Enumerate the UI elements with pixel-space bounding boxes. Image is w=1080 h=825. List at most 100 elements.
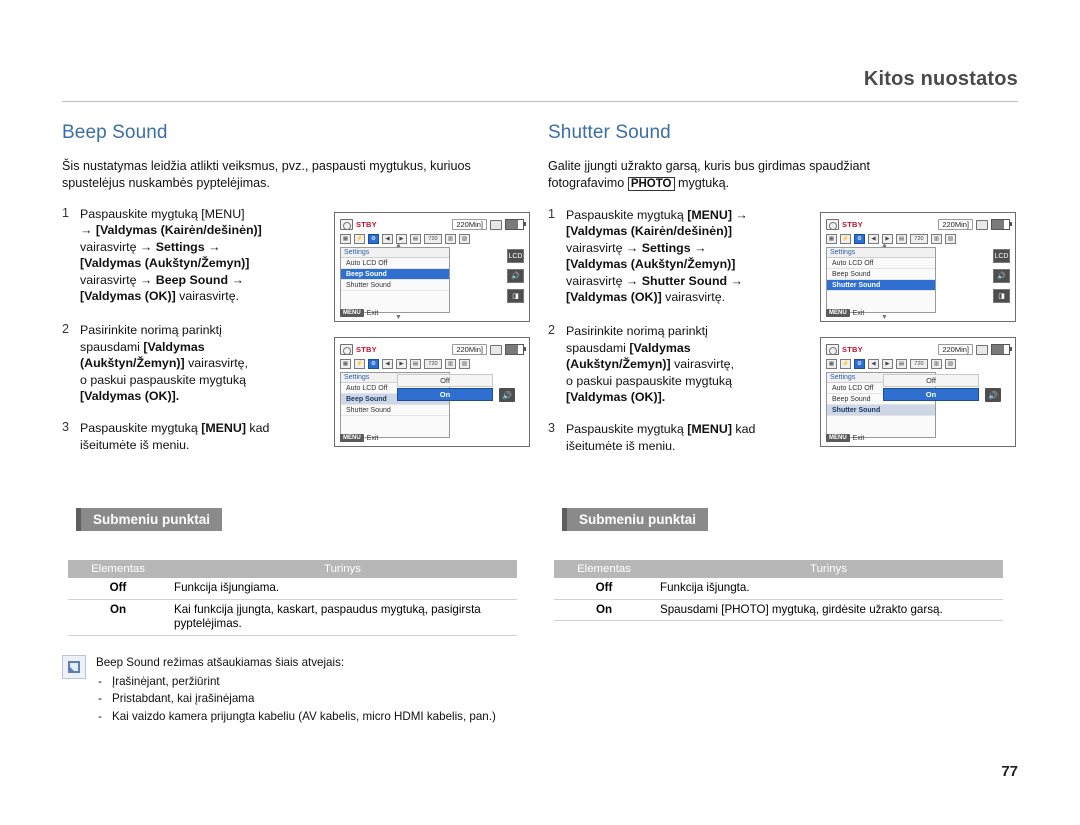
left-step-3: 3 Paspauskite mygtuką [MENU] kad išeitum…: [62, 420, 312, 453]
card-icon: [490, 344, 502, 355]
table-row: On Kai funkcija įjungta, kaskart, paspau…: [68, 599, 517, 636]
right-submenu-table: Elementas Turinys Off Funkcija išjungta.…: [554, 560, 1003, 621]
right-intro-text: Galite įjungti užrakto garsą, kuris bus …: [548, 159, 870, 191]
step-line: vairasvirtę → Shutter Sound →: [566, 273, 743, 288]
menu-item-auto-lcd-off[interactable]: Auto LCD Off: [827, 258, 935, 269]
menu-key-label: MENU: [340, 434, 364, 442]
step-line: spausdami [Valdymas: [80, 339, 205, 354]
option-on[interactable]: On: [397, 388, 493, 401]
record-time-label: 220Min]: [938, 219, 973, 230]
right-arrow-icon: ▶: [396, 359, 407, 369]
header-divider: [62, 101, 1018, 102]
note-icon: [62, 655, 86, 679]
step-line: o paskui paspauskite mygtuką: [566, 373, 732, 388]
step-line: [Valdymas (Kairėn/dešinėn)]: [566, 224, 732, 239]
table-header-row: Elementas Turinys: [554, 560, 1003, 578]
exit-label: Exit: [366, 434, 379, 442]
lcd-status-bar: STBY 220Min]: [826, 343, 1012, 356]
step-text: Pasirinkite norimą parinktį spausdami [V…: [566, 323, 798, 405]
right-arrow-icon: ▶: [882, 359, 893, 369]
lcd-settings-menu: Settings Auto LCD Off Beep Sound Shutter…: [826, 242, 936, 321]
step-line: išeitumėte iš meniu.: [566, 438, 676, 453]
page-header-title: Kitos nuostatos: [863, 68, 1018, 90]
scroll-down-arrow-icon: ▼: [395, 314, 402, 321]
extra-icon: ▧: [945, 234, 956, 244]
lcd-status-bar: STBY 220Min]: [826, 218, 1012, 231]
battery-icon: [991, 219, 1012, 230]
settings-gear-icon: ⚙: [368, 359, 379, 369]
scroll-down-arrow-icon: ▼: [881, 314, 888, 321]
shutter-sound-option-list: Off On 🔊: [883, 374, 1003, 424]
row-key: On: [554, 599, 654, 621]
table-header-content: Turinys: [654, 560, 1003, 578]
option-on[interactable]: On: [883, 388, 979, 401]
card-icon: [490, 219, 502, 230]
table-header-element: Elementas: [68, 560, 168, 578]
mode-icon: ▥: [445, 359, 456, 369]
menu-item-shutter-sound[interactable]: Shutter Sound: [341, 280, 449, 291]
record-time-label: 220Min]: [452, 344, 487, 355]
step-line: [Valdymas (Aukštyn/Žemyn)]: [566, 257, 736, 272]
right-submenu-heading-wrap: Submeniu punktai: [562, 508, 709, 531]
stby-label: STBY: [356, 345, 377, 354]
card-icon: [976, 344, 988, 355]
lcd-exit-bar: MENU Exit: [826, 309, 864, 317]
grid-icon: ▦: [826, 359, 837, 369]
step-line: [Valdymas (OK)].: [80, 389, 180, 404]
step-line: vairasvirtę → Settings →: [80, 239, 221, 254]
menu-item-shutter-sound[interactable]: Shutter Sound: [827, 280, 935, 291]
row-value: Spausdami [PHOTO] mygtuką, girdėsite užr…: [654, 599, 1003, 621]
step-line: (Aukštyn/Žemyn)] vairasvirtę,: [566, 357, 735, 372]
menu-item-beep-sound[interactable]: Beep Sound: [827, 269, 935, 280]
step-text: Paspauskite mygtuką [MENU] → [Valdymas (…: [80, 206, 312, 304]
right-lcd-screen-step1: STBY 220Min] ▦ ⚡ ⚙ ◀ ▶ ▤ 720 ▥ ▧ Setting…: [820, 212, 1016, 322]
note-item: Kai vaizdo kamera prijungta kabeliu (AV …: [96, 709, 582, 726]
lcd-status-bar: STBY 220Min]: [340, 343, 526, 356]
battery-icon: [505, 219, 526, 230]
left-arrow-icon: ◀: [382, 359, 393, 369]
step-line: → [Valdymas (Kairėn/dešinėn)]: [80, 223, 262, 238]
step-line: vairasvirtę → Beep Sound →: [80, 272, 244, 287]
beep-sound-option-list: Off On 🔊: [397, 374, 517, 424]
extra-icon: ▧: [459, 359, 470, 369]
left-step-2: 2 Pasirinkite norimą parinktį spausdami …: [62, 322, 312, 404]
table-header-element: Elementas: [554, 560, 654, 578]
step-line: [Valdymas (OK)] vairasvirtę.: [566, 290, 726, 305]
menu-item-auto-lcd-off[interactable]: Auto LCD Off: [341, 258, 449, 269]
page-number: 77: [1001, 763, 1018, 780]
display-icon: ▤: [896, 359, 907, 369]
option-off[interactable]: Off: [883, 374, 979, 387]
speaker-icon: 🔊: [993, 269, 1010, 283]
speaker-icon: 🔊: [499, 388, 515, 402]
grid-icon: ▦: [826, 234, 837, 244]
left-step-1: 1 Paspauskite mygtuką [MENU] → [Valdymas…: [62, 206, 312, 304]
left-column: Beep Sound Šis nustatymas leidžia atlikt…: [62, 122, 532, 636]
speaker-icon: 🔊: [985, 388, 1001, 402]
row-value: Kai funkcija įjungta, kaskart, paspaudus…: [168, 599, 517, 636]
step-number: 2: [548, 323, 556, 338]
step-line: [Valdymas (OK)].: [566, 390, 666, 405]
lcd-icon-row: ▦ ⚡ ⚙ ◀ ▶ ▤ 720 ▥ ▧: [826, 358, 1010, 370]
menu-item-beep-sound[interactable]: Beep Sound: [341, 269, 449, 280]
left-arrow-icon: ◀: [382, 234, 393, 244]
camcorder-icon: [340, 344, 353, 355]
exit-label: Exit: [852, 309, 865, 317]
step-line: Paspauskite mygtuką [MENU] →: [566, 208, 748, 222]
settings-gear-icon: ⚙: [854, 234, 865, 244]
left-steps: 1 Paspauskite mygtuką [MENU] → [Valdymas…: [62, 206, 312, 453]
left-arrow-icon: ◀: [868, 234, 879, 244]
grid-icon: ▦: [340, 359, 351, 369]
battery-icon: [505, 344, 526, 355]
option-off[interactable]: Off: [397, 374, 493, 387]
extra-icon: ▧: [459, 234, 470, 244]
left-section-title: Beep Sound: [62, 122, 168, 143]
left-submenu-heading-wrap: Submeniu punktai: [76, 508, 223, 531]
table-header-content: Turinys: [168, 560, 517, 578]
note-block: Beep Sound režimas atšaukiamas šiais atv…: [62, 655, 582, 726]
menu-title: Settings: [341, 248, 449, 258]
flash-icon: ⚡: [354, 359, 365, 369]
menu-key-label: MENU: [826, 309, 850, 317]
stby-label: STBY: [842, 345, 863, 354]
note-intro: Beep Sound režimas atšaukiamas šiais atv…: [96, 656, 345, 669]
step-text: Paspauskite mygtuką [MENU] kad išeitumėt…: [80, 420, 312, 453]
